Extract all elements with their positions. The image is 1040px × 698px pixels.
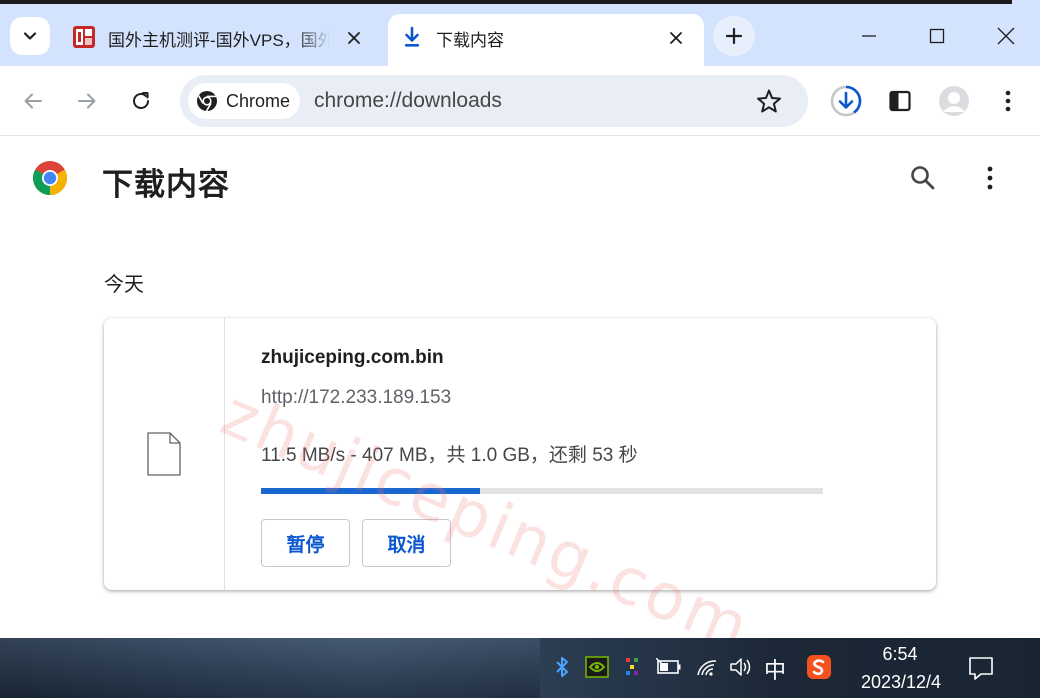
download-item-card: zhujiceping.com.bin http://172.233.189.1… xyxy=(104,318,936,590)
new-tab-button[interactable] xyxy=(713,16,755,56)
page-title: 下载内容 xyxy=(102,167,230,202)
tab-downloads[interactable]: 下载内容 xyxy=(388,14,704,66)
chrome-icon xyxy=(197,91,217,112)
top-border xyxy=(0,0,1040,4)
date-heading: 今天 xyxy=(104,274,144,296)
bluetooth-icon[interactable] xyxy=(549,654,575,680)
tab-title: 国外主机测评-国外VPS，国外服务器 xyxy=(108,31,330,50)
download-status: 11.5 MB/s - 407 MB，共 1.0 GB，还剩 53 秒 xyxy=(261,445,638,466)
toolbar: Chrome chrome://downloads xyxy=(0,66,1040,136)
battery-icon[interactable] xyxy=(656,654,682,680)
taskbar: 中 6:54 2023/12/4 xyxy=(0,638,1040,698)
minimize-icon xyxy=(862,35,876,37)
wifi-icon[interactable] xyxy=(694,654,720,680)
tab-close-button[interactable] xyxy=(666,28,686,48)
address-bar[interactable]: Chrome chrome://downloads xyxy=(180,75,808,127)
chevron-down-icon xyxy=(23,32,37,40)
red-site-icon xyxy=(73,26,95,48)
side-panel-icon xyxy=(889,90,911,112)
cancel-button[interactable]: 取消 xyxy=(362,519,451,567)
file-icon xyxy=(147,432,181,476)
close-icon xyxy=(997,27,1015,45)
url-text[interactable]: chrome://downloads xyxy=(314,89,502,113)
close-icon xyxy=(348,32,360,44)
pause-button[interactable]: 暂停 xyxy=(261,519,350,567)
forward-button[interactable] xyxy=(70,84,104,118)
minimize-button[interactable] xyxy=(844,18,894,54)
plus-icon xyxy=(725,27,743,45)
notification-icon[interactable] xyxy=(967,654,995,682)
ime-indicator[interactable]: 中 xyxy=(764,653,786,685)
arrow-left-icon xyxy=(24,93,42,109)
close-icon xyxy=(670,32,682,44)
tab-zhujiceping[interactable]: 国外主机测评-国外VPS，国外服务器 xyxy=(60,14,382,66)
chrome-logo-icon xyxy=(33,161,67,195)
file-name-link[interactable]: zhujiceping.com.bin xyxy=(261,347,444,369)
file-icon-column xyxy=(104,318,225,590)
clock-time[interactable]: 6:54 xyxy=(880,644,920,665)
side-panel-button[interactable] xyxy=(882,83,918,119)
search-icon[interactable] xyxy=(908,163,938,193)
more-vert-icon xyxy=(1005,90,1011,112)
more-vert-icon[interactable] xyxy=(976,163,1004,193)
downloads-toolbar-button[interactable] xyxy=(828,83,864,119)
close-window-button[interactable] xyxy=(981,18,1031,54)
profile-button[interactable] xyxy=(936,83,972,119)
maximize-button[interactable] xyxy=(912,18,962,54)
arrow-right-icon xyxy=(78,93,96,109)
progress-bar xyxy=(261,488,823,494)
progress-fill xyxy=(261,488,481,494)
source-url-link[interactable]: http://172.233.189.153 xyxy=(261,387,451,409)
downloads-page: 下载内容 今天 zhujiceping.com.bin http://172.2… xyxy=(0,137,1040,638)
reload-button[interactable] xyxy=(124,84,158,118)
tab-title: 下载内容 xyxy=(436,31,504,50)
back-button[interactable] xyxy=(16,84,50,118)
sogou-input-icon[interactable] xyxy=(806,654,832,680)
volume-icon[interactable] xyxy=(729,654,755,680)
tab-close-button[interactable] xyxy=(344,28,364,48)
download-icon xyxy=(405,26,419,47)
download-progress-icon xyxy=(830,85,862,117)
tab-search-button[interactable] xyxy=(10,17,50,55)
taskbar-wallpaper xyxy=(0,638,540,698)
color-app-icon[interactable] xyxy=(620,654,646,680)
clock-date[interactable]: 2023/12/4 xyxy=(856,672,946,693)
tab-strip: 国外主机测评-国外VPS，国外服务器 下载内容 xyxy=(0,0,1040,66)
maximize-icon xyxy=(929,28,945,44)
reload-icon xyxy=(133,92,149,109)
avatar-icon xyxy=(939,86,969,116)
bookmark-star-icon[interactable] xyxy=(756,88,782,114)
browser-menu-button[interactable] xyxy=(990,83,1026,119)
nvidia-icon[interactable] xyxy=(584,654,610,680)
chip-label: Chrome xyxy=(226,90,291,111)
top-border-gap xyxy=(1012,0,1040,4)
